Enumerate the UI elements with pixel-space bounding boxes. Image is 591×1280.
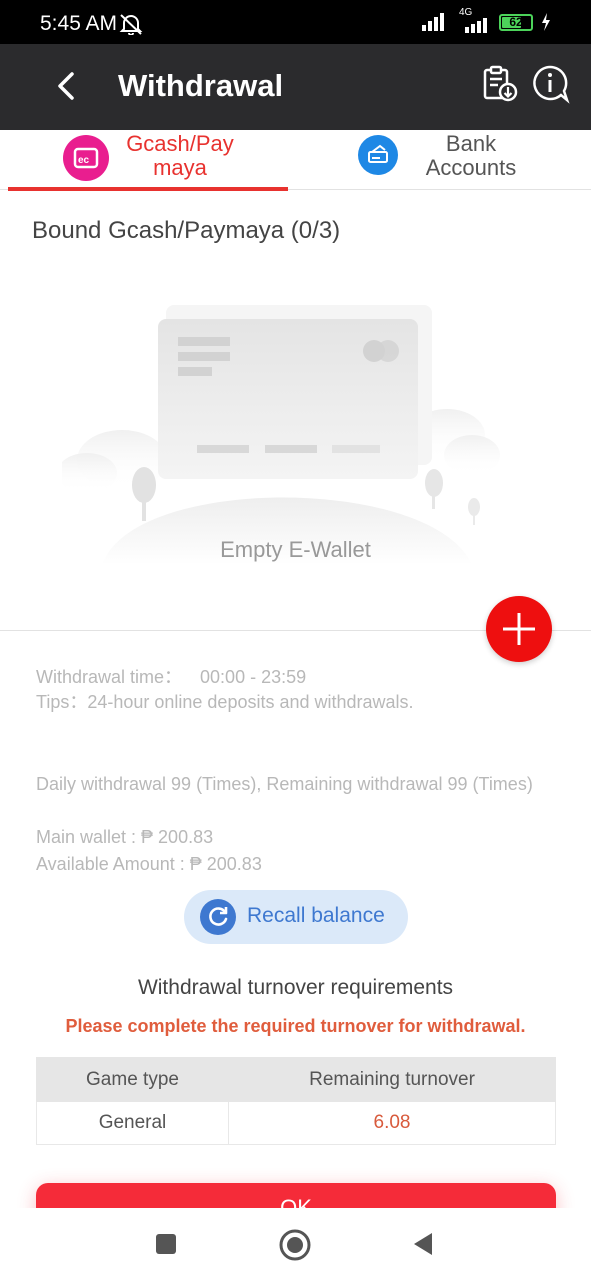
tab-label: Gcash/Pay maya xyxy=(126,131,234,180)
battery-icon: 62 xyxy=(499,13,533,31)
table-row: General 6.08 xyxy=(36,1101,556,1145)
remaining-turnover-cell: 6.08 xyxy=(228,1101,556,1145)
signal-icon xyxy=(422,13,444,31)
add-wallet-button[interactable] xyxy=(486,596,552,662)
wallet-tabs: ec Gcash/Pay maya Bank Accounts xyxy=(0,130,591,191)
column-header: Game type xyxy=(36,1057,229,1102)
signal-4g-icon xyxy=(465,18,487,33)
info-chat-icon xyxy=(533,65,570,104)
tips-text: Tips：24-hour online deposits and withdra… xyxy=(36,692,414,712)
circle-icon xyxy=(279,1229,311,1261)
system-nav-bar xyxy=(0,1208,591,1280)
status-time: 5:45 AM xyxy=(40,12,118,35)
svg-text:ec: ec xyxy=(78,155,90,166)
back-nav-button[interactable] xyxy=(408,1228,440,1260)
turnover-warning: Please complete the required turnover fo… xyxy=(65,1016,526,1036)
app-header: Withdrawal xyxy=(0,44,591,130)
bound-wallets-title: Bound Gcash/Paymaya (0/3) xyxy=(32,217,341,244)
chevron-left-icon xyxy=(58,72,74,100)
wallet-icon: ec xyxy=(63,135,109,181)
table-header-row: Game type Remaining turnover xyxy=(36,1057,556,1102)
main-wallet-text: Main wallet : ₱ 200.83 xyxy=(36,827,214,847)
square-icon xyxy=(156,1234,176,1254)
empty-state-text: Empty E-Wallet xyxy=(220,537,371,562)
daily-withdrawal-text: Daily withdrawal 99 (Times), Remaining w… xyxy=(36,774,533,794)
charging-icon xyxy=(542,13,550,31)
tab-label: Bank Accounts xyxy=(425,131,517,180)
help-button[interactable] xyxy=(530,64,570,104)
page-title: Withdrawal xyxy=(118,68,284,103)
status-indicators: 4G 62 xyxy=(421,7,551,33)
refresh-icon xyxy=(200,899,236,935)
plus-icon xyxy=(503,613,535,645)
clipboard-download-icon xyxy=(483,65,518,102)
back-button[interactable] xyxy=(46,66,86,106)
battery-level: 62 xyxy=(509,14,523,29)
tab-gcash-paymaya[interactable]: ec Gcash/Pay maya xyxy=(0,130,295,191)
triangle-back-icon xyxy=(414,1233,432,1255)
active-tab-indicator xyxy=(8,187,288,191)
turnover-title: Withdrawal turnover requirements xyxy=(137,976,454,999)
bank-card-icon xyxy=(358,135,398,175)
game-type-cell: General xyxy=(36,1101,229,1145)
home-button[interactable] xyxy=(278,1228,311,1261)
status-bar: 5:45 AM 4G 62 xyxy=(0,0,591,44)
recall-balance-label: Recall balance xyxy=(247,904,385,927)
available-amount-text: Available Amount : ₱ 200.83 xyxy=(36,854,262,874)
tab-bank-accounts[interactable]: Bank Accounts xyxy=(295,130,591,190)
mute-bell-icon xyxy=(119,14,143,35)
network-label: 4G xyxy=(455,7,491,33)
turnover-table: Game type Remaining turnover General 6.0… xyxy=(36,1057,556,1145)
column-header: Remaining turnover xyxy=(228,1057,556,1102)
withdrawal-time: Withdrawal time： 00:00 - 23:59 xyxy=(36,667,307,687)
recents-button[interactable] xyxy=(150,1228,182,1260)
withdrawal-record-button[interactable] xyxy=(480,64,520,104)
recall-balance-button[interactable]: Recall balance xyxy=(184,890,408,944)
